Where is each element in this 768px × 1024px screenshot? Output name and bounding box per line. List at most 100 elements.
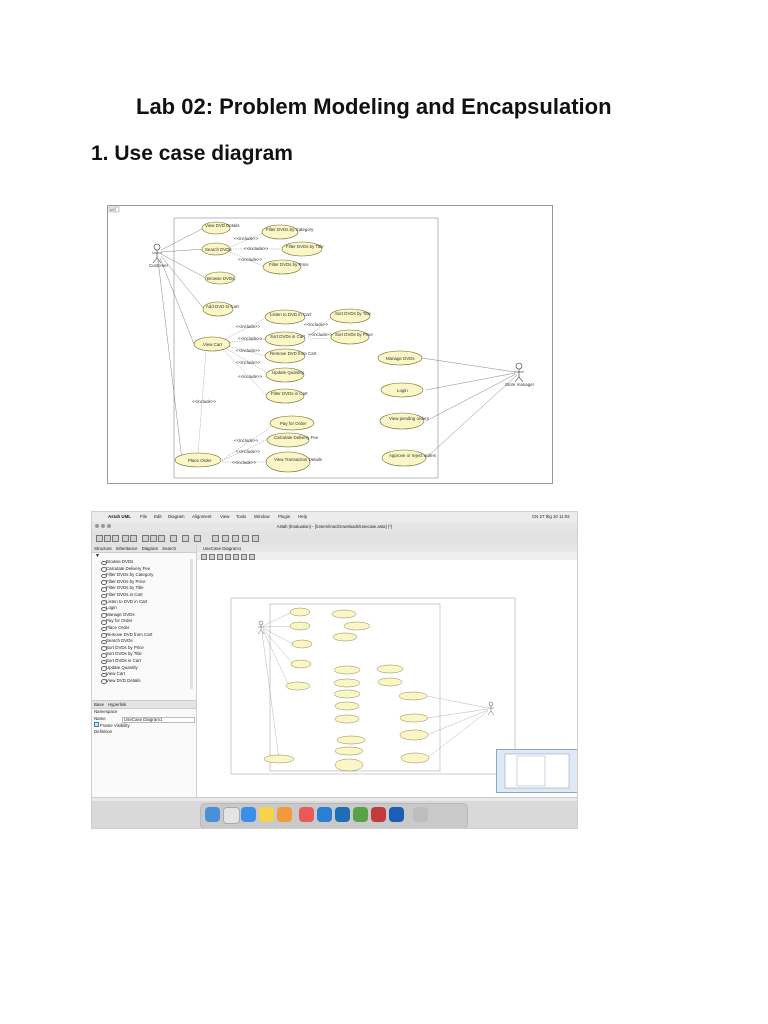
svg-text:Browse DVDs: Browse DVDs <box>207 276 235 281</box>
tab-inheritance[interactable]: Inheritance <box>116 546 138 551</box>
menu-edit[interactable]: Edit <box>154 514 162 519</box>
layout-icon[interactable] <box>182 535 189 542</box>
dock-area <box>92 801 577 828</box>
astah-icon[interactable] <box>335 807 350 822</box>
tree-item[interactable]: Search DVDs <box>92 638 192 645</box>
new-icon[interactable] <box>96 535 103 542</box>
use-case: Sort DVDs in Cart <box>264 331 306 347</box>
tab-hyperlink[interactable]: Hyperlink <box>108 702 126 707</box>
save-icon[interactable] <box>112 535 119 542</box>
tree-item[interactable]: View Cart <box>92 671 192 678</box>
use-case: Manage DVDs <box>377 350 423 366</box>
use-case: Filter DVDs by Title <box>281 241 324 257</box>
text-color-icon[interactable] <box>242 535 249 542</box>
font-icon[interactable] <box>212 535 219 542</box>
use-case: Filter DVDs by Category <box>261 224 314 240</box>
word-icon[interactable] <box>389 807 404 822</box>
use-case: Login <box>380 382 424 398</box>
extend-tool-icon[interactable] <box>241 553 247 560</box>
tree-item[interactable]: Update Quantity <box>92 665 192 672</box>
menu-view[interactable]: View <box>220 514 229 519</box>
diagram-minimap[interactable] <box>496 749 577 793</box>
line-icon[interactable] <box>232 535 239 542</box>
tab-search[interactable]: Search <box>162 546 176 551</box>
svg-text:Remove DVD from Cart: Remove DVD from Cart <box>270 351 317 356</box>
zoom-window-button[interactable] <box>107 524 111 528</box>
tree-item[interactable]: Browse DVDs <box>92 559 192 566</box>
color-icon[interactable] <box>222 535 229 542</box>
align-icon[interactable] <box>170 535 177 542</box>
use-case: Search DVDs <box>201 242 232 256</box>
notes-icon[interactable] <box>259 807 274 822</box>
menu-alignment[interactable]: Alignment <box>192 514 212 519</box>
zoom-in-icon[interactable] <box>142 535 149 542</box>
property-tabs: Base Hyperlink <box>92 700 196 709</box>
zoom-out-icon[interactable] <box>150 535 157 542</box>
astah-screenshot: Astah UML File Edit Diagram Alignment Vi… <box>91 511 578 829</box>
safari-icon[interactable] <box>241 807 256 822</box>
actor-label: Store manager <box>505 382 535 387</box>
open-icon[interactable] <box>104 535 111 542</box>
tree-item[interactable]: Filter DVDs in Cart <box>92 592 192 599</box>
menu-window[interactable]: Window <box>254 514 270 519</box>
tree-item[interactable]: Pay for Order <box>92 618 192 625</box>
tree-item[interactable]: Remove DVD from Cart <box>92 632 192 639</box>
undo-icon[interactable] <box>122 535 129 542</box>
export-icon[interactable] <box>252 535 259 542</box>
tree-item[interactable]: View DVD Details <box>92 678 192 685</box>
messages-icon[interactable] <box>299 807 314 822</box>
usecase-tool-icon[interactable] <box>217 553 223 560</box>
use-case: Place Order <box>174 452 222 468</box>
frame-visibility-checkbox[interactable] <box>94 722 99 727</box>
tree-item[interactable]: Sort DVDs by Title <box>92 651 192 658</box>
customer-actor-icon <box>152 243 162 264</box>
menu-diagram[interactable]: Diagram <box>168 514 185 519</box>
tree-item[interactable]: Sort DVDs in Cart <box>92 658 192 665</box>
vscode-icon[interactable] <box>317 807 332 822</box>
launchpad-icon[interactable] <box>223 807 240 824</box>
tree-item[interactable]: Filter DVDs by Category <box>92 572 192 579</box>
svg-text:Search DVDs: Search DVDs <box>205 247 232 252</box>
tree-item[interactable]: Manage DVDs <box>92 612 192 619</box>
tab-diagram[interactable]: Diagram <box>142 546 159 551</box>
tree-item[interactable]: Filter DVDs by Price <box>92 579 192 586</box>
tree-item[interactable]: Place Order <box>92 625 192 632</box>
fit-icon[interactable] <box>158 535 165 542</box>
tree-item[interactable]: Login <box>92 605 192 612</box>
tab-structure[interactable]: Structure <box>94 546 112 551</box>
tree-item[interactable]: Listen to DVD in Cart <box>92 599 192 606</box>
trash-icon[interactable] <box>413 807 428 822</box>
menu-file[interactable]: File <box>140 514 147 519</box>
mac-dock <box>200 803 468 828</box>
include-tool-icon[interactable] <box>233 553 239 560</box>
tree-item[interactable]: Filter DVDs by Title <box>92 585 192 592</box>
app-icon[interactable] <box>371 807 386 822</box>
svg-text:Sort DVDs by Title: Sort DVDs by Title <box>335 311 371 316</box>
svg-text:<<include>>: <<include>> <box>236 348 261 353</box>
grid-icon[interactable] <box>194 535 201 542</box>
main-toolbar <box>92 531 577 546</box>
menu-help[interactable]: Help <box>298 514 307 519</box>
actor-tool-icon[interactable] <box>209 553 215 560</box>
redo-icon[interactable] <box>130 535 137 542</box>
tree-scrollbar[interactable] <box>190 559 193 689</box>
tree-item[interactable]: Sort DVDs by Price <box>92 645 192 652</box>
photos-icon[interactable] <box>277 807 292 822</box>
properties-panel: Base Hyperlink Namespace Name UseCase Dia… <box>92 700 196 735</box>
association-tool-icon[interactable] <box>225 553 231 560</box>
svg-text:<<include>>: <<include>> <box>238 374 263 379</box>
tab-base[interactable]: Base <box>94 702 104 707</box>
close-window-button[interactable] <box>95 524 99 528</box>
tree-item[interactable]: Calculate Delivery Fee <box>92 566 192 573</box>
finder-icon[interactable] <box>205 807 220 822</box>
select-icon[interactable] <box>201 553 207 560</box>
menu-tools[interactable]: Tools <box>236 514 246 519</box>
svg-text:Place Order: Place Order <box>188 458 212 463</box>
svg-text:<<include>>: <<include>> <box>232 460 257 465</box>
note-tool-icon[interactable] <box>249 553 255 560</box>
menu-app[interactable]: Astah UML <box>108 514 131 519</box>
chrome-icon[interactable] <box>353 807 368 822</box>
minimize-window-button[interactable] <box>101 524 105 528</box>
svg-text:Filter DVDs by Price: Filter DVDs by Price <box>269 262 309 267</box>
menu-plugin[interactable]: Plugin <box>278 514 290 519</box>
